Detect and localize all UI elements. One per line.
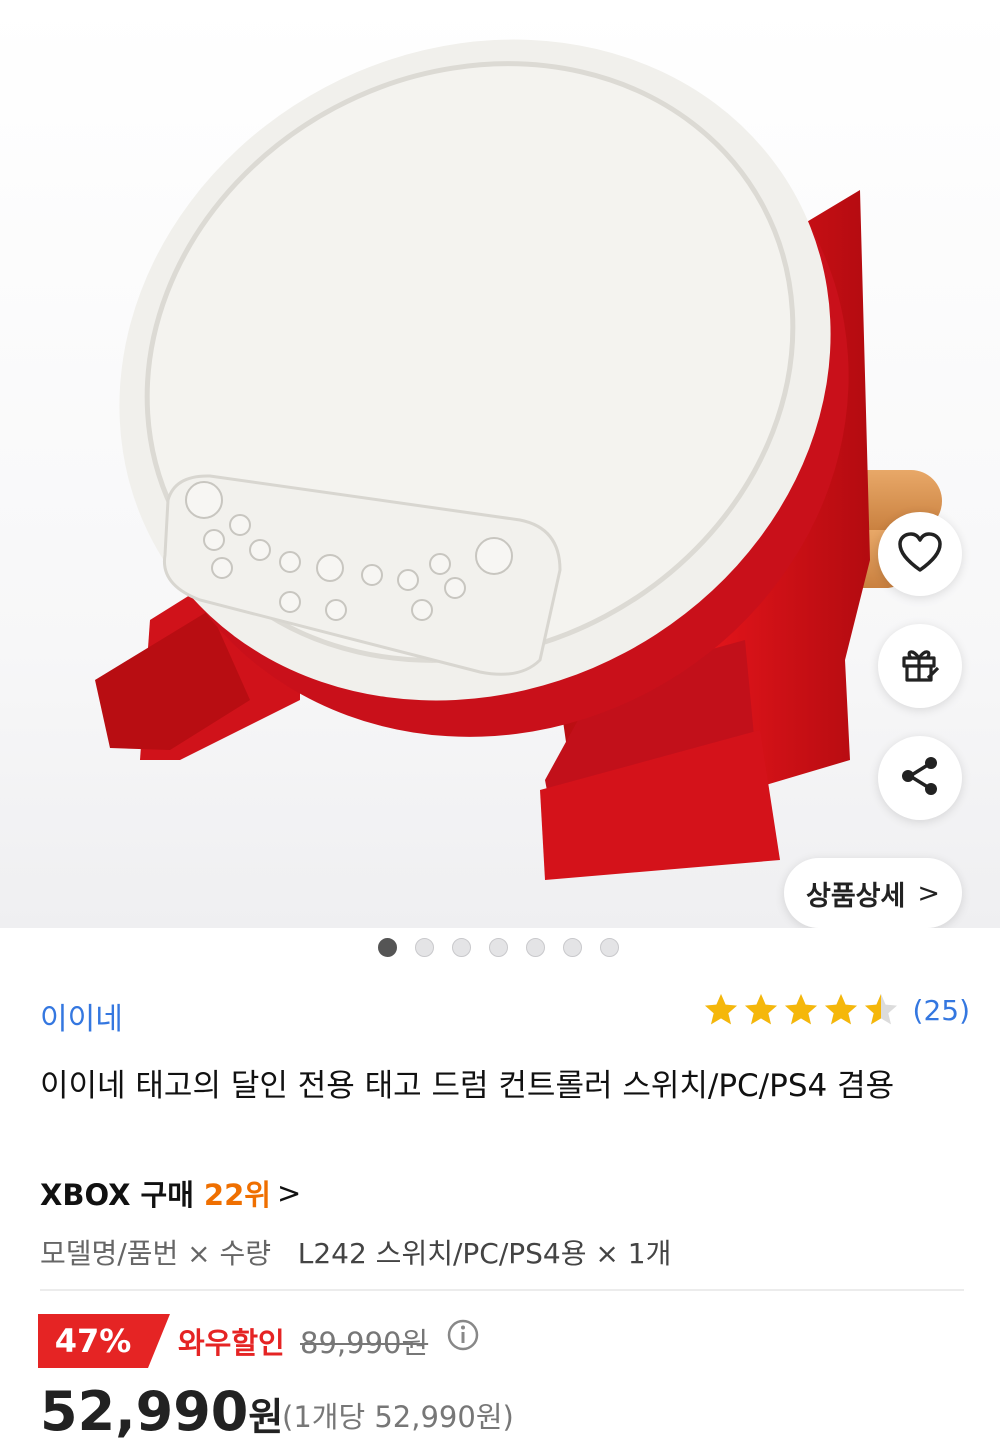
gallery-dot[interactable] bbox=[563, 938, 582, 957]
rank-value: 22위 bbox=[203, 1178, 271, 1212]
heart-icon bbox=[896, 530, 944, 578]
star-icon bbox=[704, 994, 737, 1025]
chevron-right-icon: > bbox=[276, 1176, 302, 1210]
gallery-dot[interactable] bbox=[600, 938, 619, 957]
divider bbox=[40, 1289, 964, 1291]
star-icon bbox=[784, 994, 817, 1025]
info-icon[interactable] bbox=[446, 1318, 480, 1356]
review-count[interactable]: (25) bbox=[913, 994, 970, 1027]
gallery-dot[interactable] bbox=[452, 938, 471, 957]
gallery-dot[interactable] bbox=[526, 938, 545, 957]
gallery-dot[interactable] bbox=[378, 938, 397, 957]
share-button[interactable] bbox=[878, 736, 962, 820]
category-rank-link[interactable]: XBOX 구매 22위 > bbox=[40, 1172, 301, 1214]
gallery-dot[interactable] bbox=[489, 938, 508, 957]
option-value: L242 스위치/PC/PS4용 × 1개 bbox=[297, 1237, 672, 1270]
product-image-gallery[interactable]: 상품상세 > bbox=[0, 0, 1000, 928]
sale-price-unit: 원 bbox=[248, 1395, 284, 1439]
rating-stars bbox=[703, 992, 899, 1028]
product-title: 이이네 태고의 달인 전용 태고 드럼 컨트롤러 스위치/PC/PS4 겸용 bbox=[40, 1068, 895, 1104]
wishlist-button[interactable] bbox=[878, 512, 962, 596]
share-icon bbox=[898, 754, 942, 802]
star-icon bbox=[864, 994, 897, 1025]
selected-option: 모델명/품번 × 수량 L242 스위치/PC/PS4용 × 1개 bbox=[40, 1232, 671, 1272]
star-icon bbox=[744, 994, 777, 1025]
star-icon bbox=[824, 994, 857, 1025]
sale-price-value: 52,990 bbox=[40, 1380, 249, 1443]
gallery-pagination bbox=[378, 938, 619, 957]
gift-icon bbox=[898, 642, 942, 690]
discount-badge: 47% bbox=[38, 1314, 170, 1368]
rating[interactable]: (25) bbox=[703, 992, 970, 1028]
product-detail-button[interactable]: 상품상세 > bbox=[784, 858, 962, 928]
unit-price: (1개당 52,990원) bbox=[282, 1400, 514, 1434]
rank-prefix: XBOX 구매 bbox=[40, 1178, 194, 1212]
option-label: 모델명/품번 × 수량 bbox=[40, 1237, 272, 1270]
product-detail-label: 상품상세 bbox=[806, 880, 906, 912]
gallery-dot[interactable] bbox=[415, 938, 434, 957]
chevron-right-icon: > bbox=[917, 877, 940, 909]
product-image bbox=[95, 39, 942, 880]
wow-discount-label: 와우할인 bbox=[178, 1326, 285, 1360]
gift-button[interactable] bbox=[878, 624, 962, 708]
brand-link[interactable]: 이이네 bbox=[40, 994, 123, 1038]
sale-price: 52,990원 bbox=[40, 1380, 283, 1449]
discount-rate: 47% bbox=[54, 1322, 132, 1360]
original-price: 89,990원 bbox=[300, 1326, 429, 1360]
